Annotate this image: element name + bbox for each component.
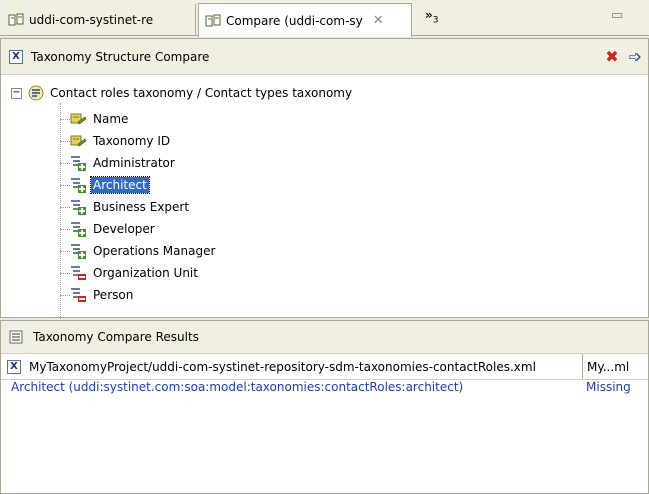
tree-connector	[60, 140, 70, 142]
close-tab-icon[interactable]: ✕	[373, 13, 384, 28]
category-added-icon	[70, 199, 91, 215]
tree-node-label: Person	[93, 288, 134, 302]
overflow-count: 3	[432, 15, 439, 26]
overflow-icon: »	[425, 8, 433, 22]
collapse-toggle-icon[interactable]: −	[11, 87, 22, 99]
tree-root-label: Contact roles taxonomy / Contact types t…	[50, 86, 353, 100]
tree-connector	[60, 250, 70, 252]
tree-root[interactable]: − Contact roles taxonomy / Contact types…	[11, 83, 352, 103]
export-arrow-icon[interactable]: ➩	[629, 49, 642, 65]
column-header-source[interactable]: X MyTaxonomyProject/uddi-com-systinet-re…	[1, 354, 583, 379]
tree-node-label: Business Expert	[93, 200, 190, 214]
minimize-icon[interactable]: ▭	[611, 8, 626, 23]
result-status: Missing	[586, 380, 631, 394]
category-removed-icon	[70, 265, 91, 281]
column-header-label: My...ml	[587, 359, 630, 374]
tree-node-label: Operations Manager	[93, 244, 216, 258]
tree-node[interactable]: Business Expert	[60, 197, 191, 217]
editor-tab-bar: uddi-com-systinet-re Compare (uddi-com-s…	[0, 0, 649, 37]
taxonomy-results-panel: Taxonomy Compare Results X MyTaxonomyPro…	[0, 320, 649, 494]
tree-connector	[60, 118, 70, 120]
tree-node[interactable]: Operations Manager	[60, 241, 217, 261]
taxonomy-icon	[28, 85, 44, 101]
category-removed-icon	[70, 287, 91, 303]
category-added-icon	[70, 177, 91, 193]
tree-connector	[60, 228, 70, 230]
tree-node[interactable]: Taxonomy ID	[60, 131, 172, 151]
compare-editor-icon	[8, 13, 24, 25]
panel-title: Taxonomy Structure Compare	[31, 49, 210, 64]
tab-overflow-button[interactable]: »3	[425, 8, 439, 25]
property-icon	[70, 111, 91, 127]
tab-label: uddi-com-systinet-re	[29, 12, 154, 27]
remove-icon[interactable]: ✖	[605, 49, 618, 65]
tree-node[interactable]: Organization Unit	[60, 263, 200, 283]
column-header-label: MyTaxonomyProject/uddi-com-systinet-repo…	[29, 359, 536, 374]
tree-node[interactable]: Administrator	[60, 153, 177, 173]
tree-node[interactable]: Developer	[60, 219, 157, 239]
category-added-icon	[70, 155, 91, 171]
compare-editor-icon	[205, 14, 221, 26]
category-added-icon	[70, 221, 91, 237]
table-row[interactable]: Architect (uddi:systinet.com:soa:model:t…	[1, 380, 648, 398]
result-item: Architect (uddi:systinet.com:soa:model:t…	[11, 380, 464, 394]
results-list-icon	[9, 330, 23, 344]
xml-file-icon: X	[7, 359, 21, 374]
structure-panel-header: X Taxonomy Structure Compare ✖ ➩	[1, 39, 648, 75]
tree-node-label: Developer	[93, 222, 155, 236]
tree-node-label: Taxonomy ID	[93, 134, 171, 148]
tab-uddi-com-systinet[interactable]: uddi-com-systinet-re	[2, 4, 196, 35]
tree-node[interactable]: Architect	[60, 175, 150, 195]
tree-connector	[60, 206, 70, 208]
category-added-icon	[70, 243, 91, 259]
tree-connector	[60, 272, 70, 274]
column-header-target[interactable]: My...ml	[583, 354, 648, 379]
taxonomy-structure-panel: X Taxonomy Structure Compare ✖ ➩ − Conta…	[0, 38, 649, 319]
minimize-maximize-controls[interactable]: ▭	[611, 8, 626, 23]
tab-compare[interactable]: Compare (uddi-com-sy ✕	[198, 3, 412, 37]
tree-connector	[60, 162, 70, 164]
xml-file-icon: X	[9, 49, 23, 64]
tree-connector	[60, 184, 70, 186]
results-column-header: X MyTaxonomyProject/uddi-com-systinet-re…	[1, 354, 648, 380]
results-panel-header: Taxonomy Compare Results	[1, 321, 648, 354]
tree-node-label: Architect	[90, 176, 150, 194]
tree-node[interactable]: Person	[60, 285, 135, 305]
panel-title: Taxonomy Compare Results	[33, 330, 199, 344]
tree-node-label: Name	[93, 112, 129, 126]
property-icon	[70, 133, 91, 149]
tree-node-label: Organization Unit	[93, 266, 198, 280]
tab-label: Compare (uddi-com-sy	[226, 13, 363, 28]
tree-connector	[60, 294, 70, 296]
tree-node-label: Administrator	[93, 156, 175, 170]
tree-node[interactable]: Name	[60, 109, 130, 129]
